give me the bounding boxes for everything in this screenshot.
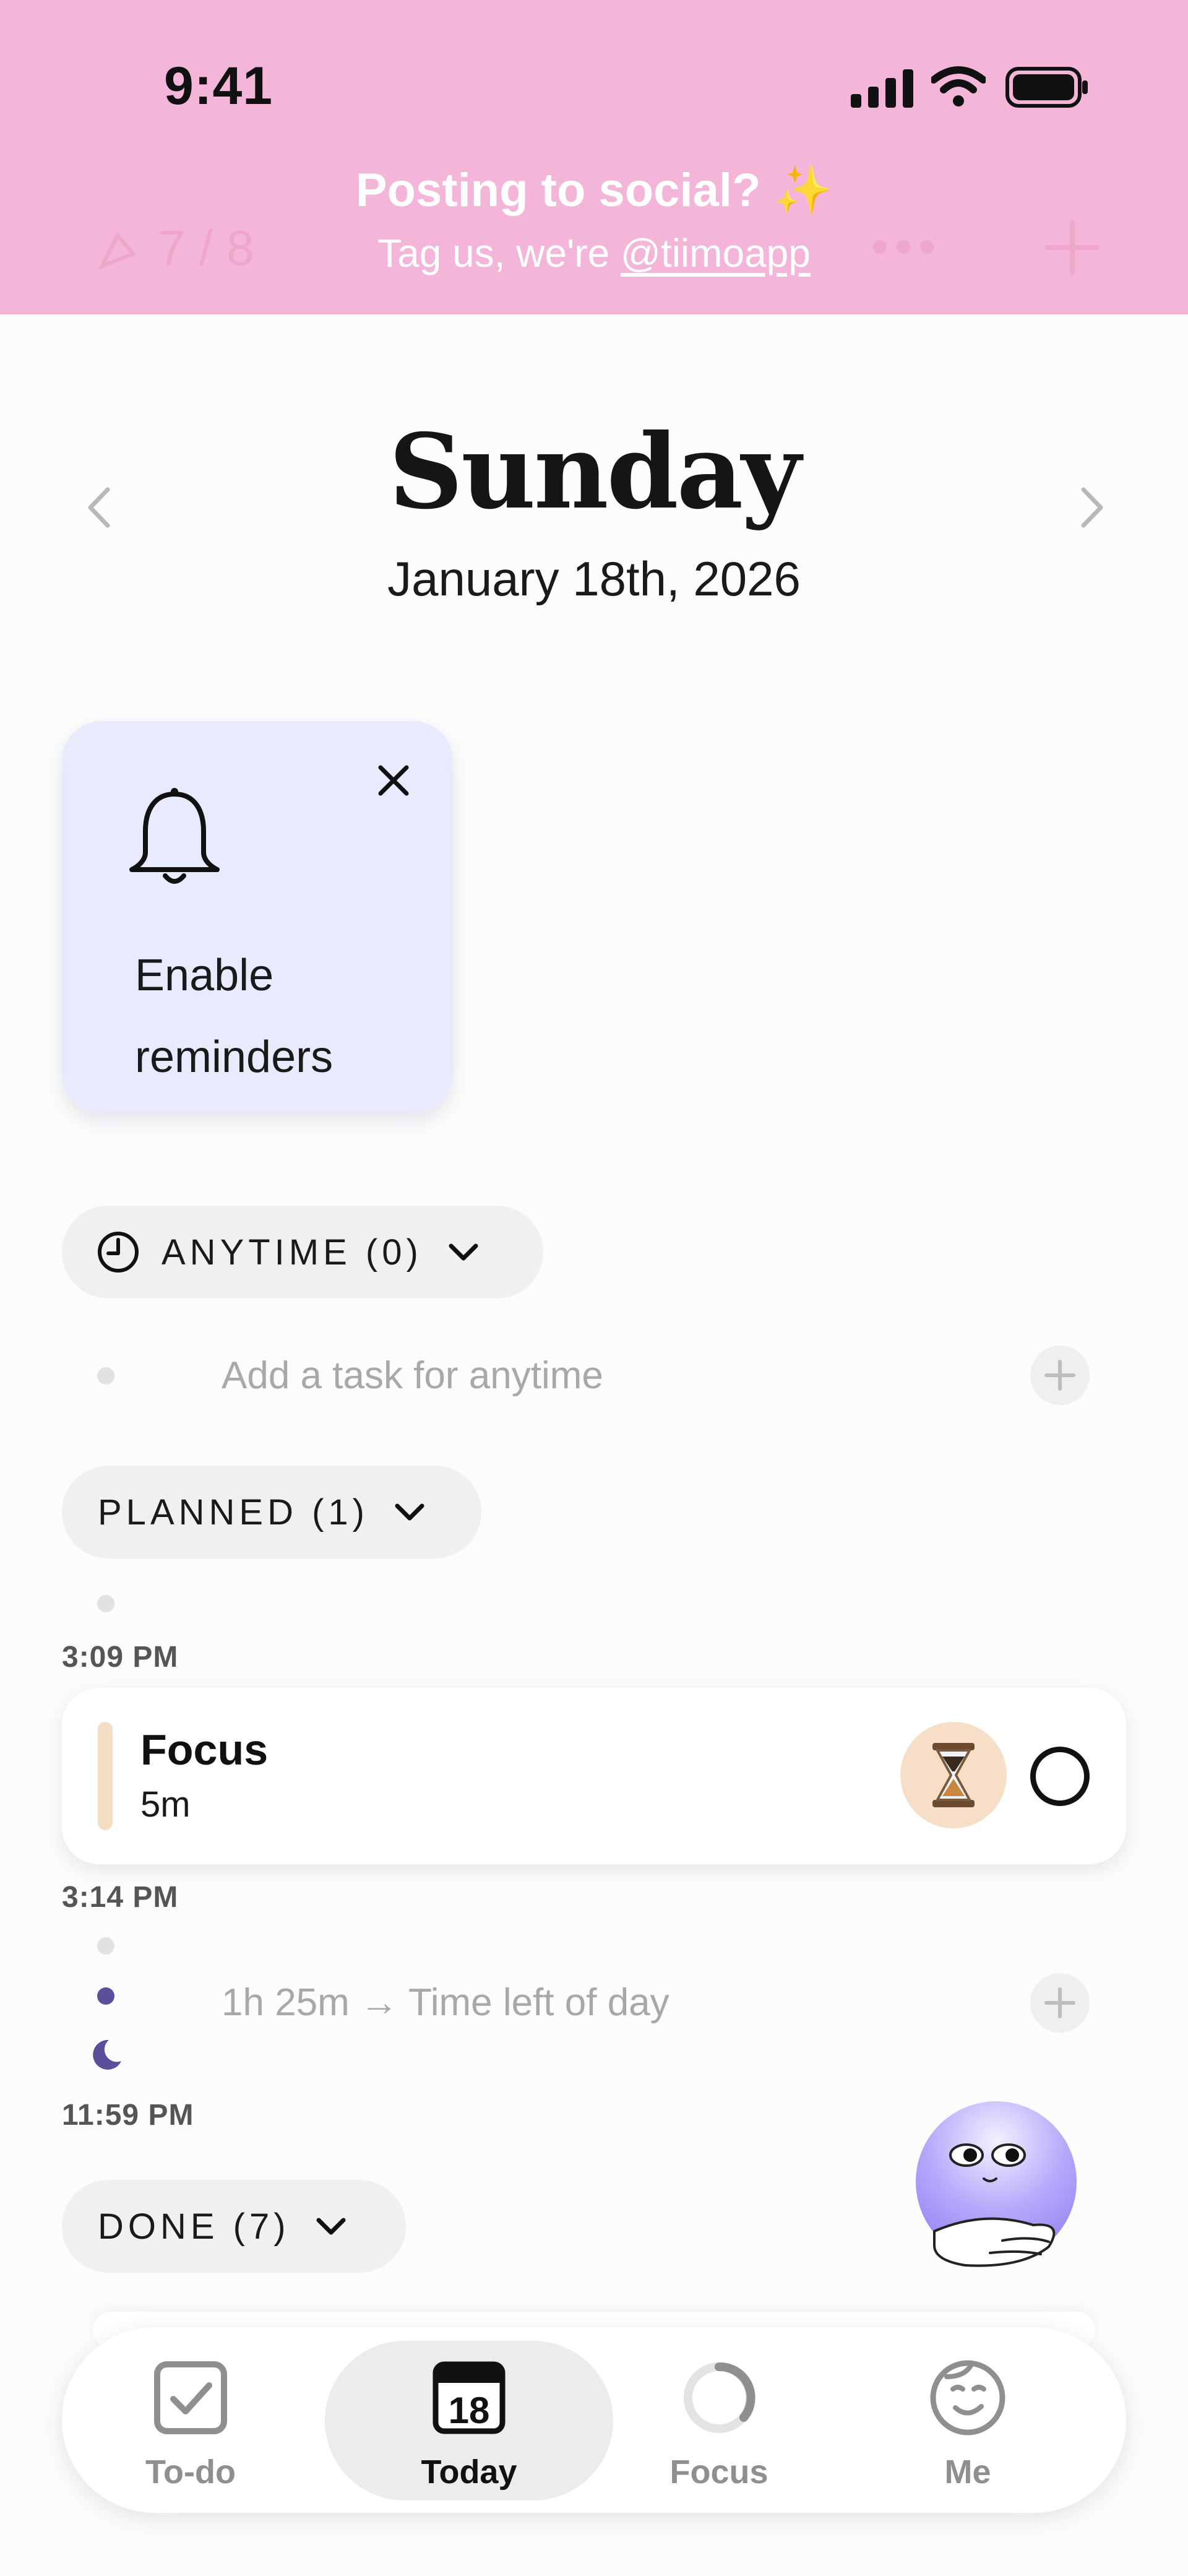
anytime-label: ANYTIME (0) bbox=[161, 1232, 423, 1273]
tab-today-label: Today bbox=[421, 2453, 517, 2491]
calendar-day-number: 18 bbox=[448, 2390, 490, 2431]
day-title: Sunday bbox=[389, 412, 801, 532]
task-start-time: 3:09 PM bbox=[62, 1641, 179, 1674]
timeline-dot bbox=[97, 1937, 114, 1955]
clock-icon bbox=[98, 1232, 139, 1273]
enable-reminders-card[interactable]: Enable reminders bbox=[62, 721, 453, 1112]
plus-icon bbox=[1044, 1987, 1075, 2018]
bottom-tab-bar: To-do 18 Today Focus Me bbox=[62, 2327, 1126, 2513]
moon-icon bbox=[93, 2039, 121, 2070]
task-color-bar bbox=[98, 1722, 113, 1830]
planned-label: PLANNED (1) bbox=[98, 1492, 369, 1532]
tab-focus[interactable]: Focus bbox=[626, 2327, 812, 2513]
done-section-toggle[interactable]: DONE (7) bbox=[62, 2180, 406, 2273]
chevron-down-icon bbox=[316, 2218, 346, 2235]
task-title: Focus bbox=[140, 1726, 269, 1774]
reminder-label: Enable reminders bbox=[135, 935, 432, 1098]
add-anytime-task-button[interactable] bbox=[1030, 1346, 1090, 1405]
tab-todo-label: To-do bbox=[145, 2453, 236, 2491]
task-complete-checkbox[interactable] bbox=[1030, 1747, 1090, 1806]
chevron-down-icon bbox=[449, 1243, 478, 1261]
day-date: January 18th, 2026 bbox=[387, 551, 801, 606]
reminder-label-line2: reminders bbox=[135, 1032, 334, 1082]
add-anytime-task-input[interactable]: Add a task for anytime bbox=[222, 1354, 603, 1398]
time-left-of-day: 1h 25m → Time left of day bbox=[222, 1981, 669, 2024]
reminder-label-line1: Enable bbox=[135, 951, 274, 1000]
anytime-section-toggle[interactable]: ANYTIME (0) bbox=[62, 1206, 543, 1299]
tab-today[interactable]: 18 Today bbox=[376, 2327, 562, 2513]
tab-todo[interactable]: To-do bbox=[98, 2327, 283, 2513]
tab-me[interactable]: Me bbox=[875, 2327, 1061, 2513]
chevron-down-icon bbox=[395, 1503, 424, 1521]
checkbox-icon bbox=[154, 2361, 227, 2434]
face-icon bbox=[930, 2360, 1005, 2436]
done-label: DONE (7) bbox=[98, 2206, 290, 2247]
mascot-assistant-button[interactable] bbox=[910, 2098, 1095, 2278]
wifi-icon bbox=[931, 66, 986, 106]
timeline-dot-current bbox=[97, 1987, 114, 2005]
signal-icon bbox=[851, 69, 913, 108]
task-end-time: 3:14 PM bbox=[62, 1881, 179, 1914]
timeline-dot bbox=[97, 1595, 114, 1612]
banner-subtitle-text: Tag us, we're bbox=[377, 231, 621, 275]
plus-icon bbox=[1044, 1360, 1075, 1391]
hourglass-icon bbox=[932, 1743, 975, 1807]
close-icon[interactable] bbox=[374, 761, 413, 800]
task-duration: 5m bbox=[140, 1784, 191, 1825]
battery-icon bbox=[1005, 67, 1088, 108]
focus-ring-icon bbox=[684, 2362, 755, 2433]
next-day-chevron-icon[interactable] bbox=[1074, 480, 1111, 535]
status-time: 9:41 bbox=[164, 56, 273, 116]
task-icon-badge bbox=[900, 1722, 1007, 1828]
instagram-handle-link[interactable]: @tiimoapp bbox=[621, 231, 811, 275]
add-planned-task-button[interactable] bbox=[1030, 1973, 1090, 2033]
banner-title: Posting to social? ✨ bbox=[355, 164, 833, 217]
banner-subtitle: Tag us, we're @tiimoapp bbox=[0, 230, 1188, 276]
day-end-time: 11:59 PM bbox=[62, 2099, 194, 2132]
bell-icon bbox=[129, 788, 220, 884]
task-card-focus[interactable]: Focus 5m bbox=[62, 1688, 1126, 1864]
tab-me-label: Me bbox=[944, 2453, 991, 2491]
promo-banner[interactable]: 9:41 7 / 8 Posting to social? ✨ Tag us, … bbox=[0, 0, 1188, 314]
tab-focus-label: Focus bbox=[669, 2453, 768, 2491]
timeline-dot bbox=[97, 1367, 114, 1385]
planned-section-toggle[interactable]: PLANNED (1) bbox=[62, 1466, 481, 1558]
